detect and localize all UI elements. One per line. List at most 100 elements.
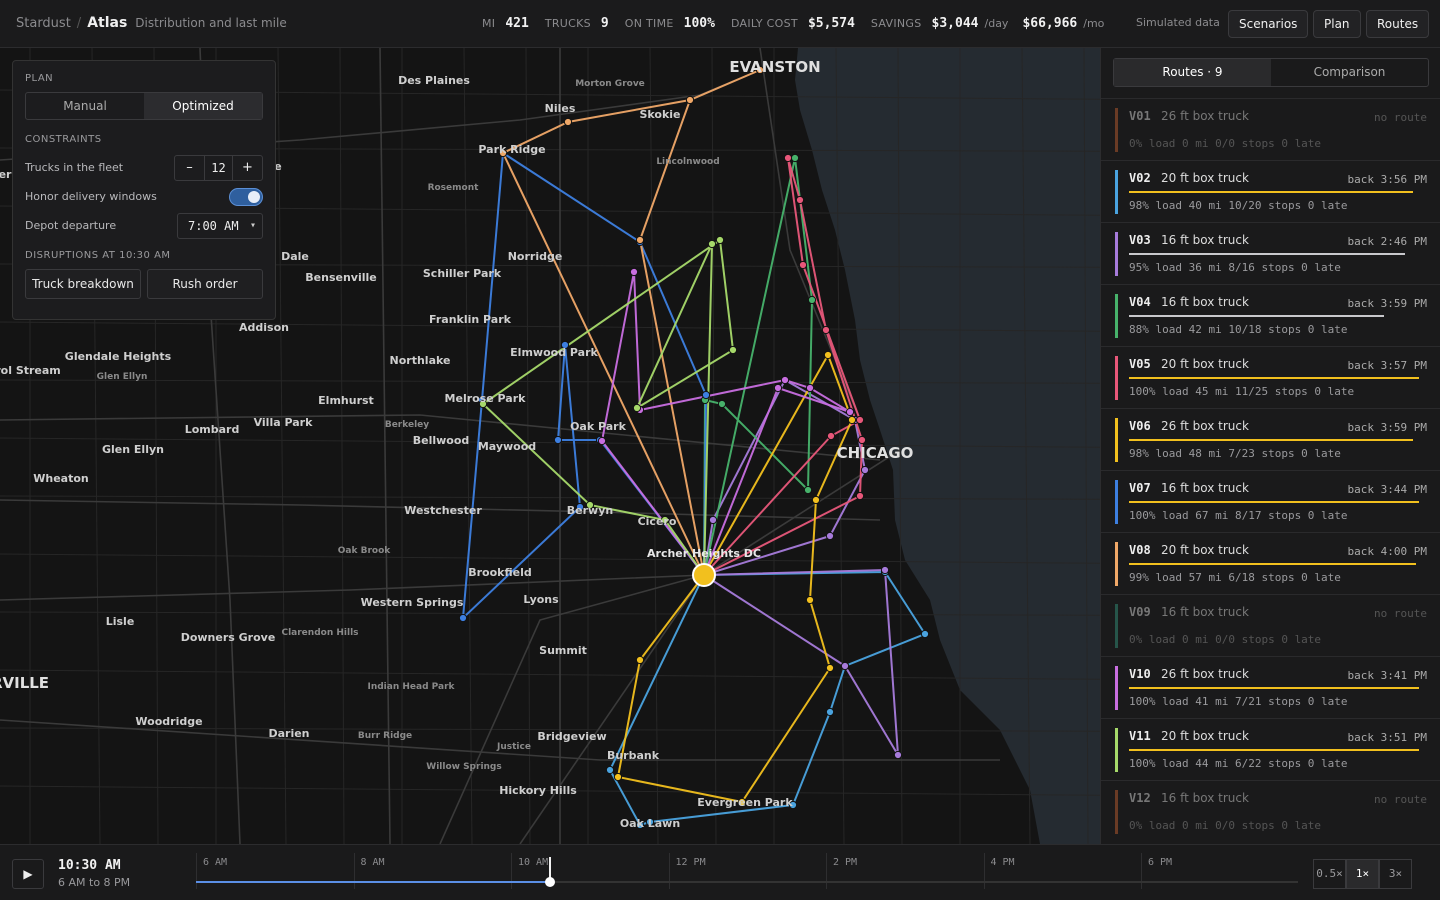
stop-marker: [707, 239, 717, 249]
vehicle-color-bar: [1115, 666, 1118, 710]
vehicle-row[interactable]: V04 16 ft box truck back 3:59 PM 88% load 4…: [1101, 284, 1440, 346]
timeline-tick: 2 PM: [826, 853, 857, 889]
vehicle-id: V03: [1129, 233, 1151, 247]
vehicle-stats: 88% load 42 mi 10/18 stops 0 late: [1129, 323, 1348, 336]
routes-button[interactable]: Routes: [1366, 10, 1430, 38]
stop-marker: [805, 383, 815, 393]
place-label: Berwyn: [567, 504, 613, 517]
savings-day-unit: /day: [984, 17, 1009, 30]
vehicle-row[interactable]: V09 16 ft box truck no route 0% load 0 mi 0…: [1101, 594, 1440, 656]
delivery-windows-toggle[interactable]: [229, 187, 263, 206]
vehicle-color-bar: [1115, 356, 1118, 400]
vehicle-row[interactable]: V03 16 ft box truck back 2:46 PM 95% load 3…: [1101, 222, 1440, 284]
place-label: Burr Ridge: [358, 731, 412, 741]
place-label: Golf: [586, 48, 607, 51]
vehicle-stats: 0% load 0 mi 0/0 stops 0 late: [1129, 633, 1322, 646]
metric-value: $5,574: [807, 16, 855, 31]
vehicle-return-time: back 2:46 PM: [1347, 235, 1427, 248]
trucks-stepper[interactable]: – 12 +: [174, 154, 263, 181]
vehicle-color-bar: [1115, 170, 1118, 214]
place-label: Oak Park: [570, 420, 627, 433]
place-label: Glen Ellyn: [102, 443, 164, 456]
place-label: Lisle: [106, 615, 135, 628]
place-label: Justice: [496, 742, 531, 752]
tab-routes[interactable]: Routes · 9: [1114, 59, 1271, 86]
stop-marker: [783, 153, 793, 163]
vehicle-row[interactable]: V01 26 ft box truck no route 0% load 0 mi 0…: [1101, 98, 1440, 160]
place-label: Indian Head Park: [367, 682, 455, 692]
place-label: Bridgeview: [537, 730, 606, 743]
vehicle-row[interactable]: V05 20 ft box truck back 3:57 PM 100% load …: [1101, 346, 1440, 408]
place-label: Evergreen Park: [697, 796, 793, 809]
vehicle-row[interactable]: V06 26 ft box truck back 3:59 PM 98% load 4…: [1101, 408, 1440, 470]
decrement-button[interactable]: –: [175, 156, 204, 180]
vehicle-row[interactable]: V07 16 ft box truck back 3:44 PM 100% load …: [1101, 470, 1440, 532]
scenarios-button[interactable]: Scenarios: [1228, 10, 1309, 38]
stop-marker: [553, 435, 563, 445]
timeline-tick-label: 6 PM: [1148, 857, 1173, 868]
speed-button[interactable]: 0.5×: [1313, 859, 1346, 889]
vehicle-return-time: no route: [1374, 607, 1427, 620]
sidebar-tabs[interactable]: Routes · 9 Comparison: [1113, 58, 1429, 87]
vehicle-row[interactable]: V08 20 ft box truck back 4:00 PM 99% load 5…: [1101, 532, 1440, 594]
vehicle-type: 20 ft box truck: [1161, 171, 1249, 185]
increment-button[interactable]: +: [233, 156, 262, 180]
stop-marker: [807, 295, 817, 305]
mode-manual[interactable]: Manual: [26, 93, 144, 119]
vehicle-return-time: back 3:41 PM: [1347, 669, 1427, 682]
rush-order-button[interactable]: Rush order: [147, 269, 263, 299]
vehicle-color-bar: [1115, 232, 1118, 276]
vehicle-row[interactable]: V10 26 ft box truck back 3:41 PM 100% load …: [1101, 656, 1440, 718]
savings-month-unit: /mo: [1083, 17, 1105, 30]
timeline-scrubber-handle[interactable]: [545, 877, 556, 887]
truck-breakdown-button[interactable]: Truck breakdown: [25, 269, 141, 299]
speed-button[interactable]: 3×: [1379, 859, 1412, 889]
stop-marker: [708, 515, 718, 525]
place-label: Lincolnwood: [656, 157, 719, 167]
vehicle-type: 20 ft box truck: [1161, 729, 1249, 743]
depot-marker: [692, 563, 716, 587]
timeline-tick-label: 4 PM: [990, 857, 1015, 868]
vehicle-stats: 100% load 45 mi 11/25 stops 0 late: [1129, 385, 1355, 398]
app-subtitle: Distribution and last mile: [135, 16, 287, 30]
vehicle-load-bar: [1129, 439, 1414, 441]
org-name[interactable]: Stardust: [16, 16, 71, 31]
place-label: Norridge: [508, 250, 563, 263]
play-button[interactable]: ▶: [12, 859, 44, 889]
vehicle-id: V08: [1129, 543, 1151, 557]
timeline-tick: 8 AM: [353, 853, 385, 889]
place-label: Northlake: [390, 354, 451, 367]
stop-marker: [847, 415, 857, 425]
simulated-data-label: Simulated data: [1136, 16, 1220, 29]
vehicle-load-bar: [1129, 191, 1414, 193]
place-label: Woodridge: [135, 715, 202, 728]
vehicle-return-time: back 3:59 PM: [1347, 421, 1427, 434]
trucks-value[interactable]: 12: [204, 155, 233, 180]
vehicle-row[interactable]: V12 16 ft box truck no route 0% load 0 mi 0…: [1101, 780, 1440, 842]
tab-comparison[interactable]: Comparison: [1271, 59, 1428, 86]
stop-marker: [920, 629, 930, 639]
departure-select[interactable]: 7:00 AM ▾: [177, 212, 263, 239]
stop-marker: [613, 772, 623, 782]
vehicle-return-time: back 3:57 PM: [1347, 359, 1427, 372]
mode-optimized[interactable]: Optimized: [144, 93, 262, 119]
place-label: er: [0, 168, 12, 181]
vehicle-row[interactable]: V02 20 ft box truck back 3:56 PM 98% load 4…: [1101, 160, 1440, 222]
vehicle-color-bar: [1115, 418, 1118, 462]
place-label: Rosemont: [428, 183, 480, 193]
vehicle-stats: 0% load 0 mi 0/0 stops 0 late: [1129, 137, 1322, 150]
vehicle-row[interactable]: V11 20 ft box truck back 3:51 PM 100% load …: [1101, 718, 1440, 780]
vehicle-color-bar: [1115, 728, 1118, 772]
timeline-track[interactable]: [196, 881, 1298, 883]
plan-button[interactable]: Plan: [1313, 10, 1361, 38]
speed-button[interactable]: 1×: [1346, 859, 1379, 889]
vehicle-stats: 100% load 67 mi 8/17 stops 0 late: [1129, 509, 1348, 522]
timeline-tick: 4 PM: [983, 853, 1015, 889]
breadcrumb-separator: /: [76, 16, 82, 31]
timeline-progress: [196, 881, 551, 883]
timeline-tick-label: 10 AM: [518, 857, 549, 868]
plan-mode-toggle[interactable]: Manual Optimized: [25, 92, 263, 120]
vehicle-load-bar: [1129, 749, 1419, 751]
vehicle-type: 26 ft box truck: [1161, 667, 1249, 681]
disruption-buttons: Truck breakdown Rush order: [25, 269, 263, 299]
